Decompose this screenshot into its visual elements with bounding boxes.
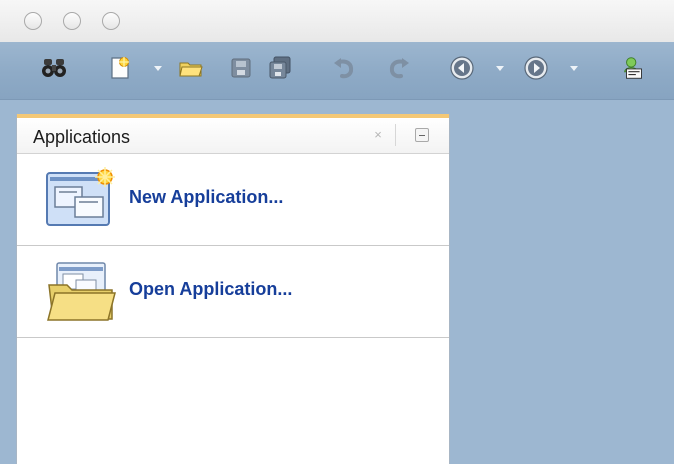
undo-icon[interactable] xyxy=(329,54,357,82)
main-toolbar xyxy=(0,42,674,100)
window-titlebar xyxy=(0,0,674,42)
forward-dropdown-icon[interactable] xyxy=(570,66,578,71)
panel-header: Applications × xyxy=(17,118,449,154)
zoom-window-button[interactable] xyxy=(102,12,120,30)
save-all-icon[interactable] xyxy=(266,54,294,82)
minimize-window-button[interactable] xyxy=(63,12,81,30)
save-icon[interactable] xyxy=(227,54,255,82)
sql-icon[interactable] xyxy=(620,54,648,82)
new-application-row[interactable]: New Application... xyxy=(17,154,449,246)
applications-panel: Applications × New Application... Open A… xyxy=(16,114,450,464)
new-application-label[interactable]: New Application... xyxy=(129,187,283,208)
panel-title: Applications xyxy=(33,127,131,147)
open-folder-icon[interactable] xyxy=(177,54,205,82)
redo-icon[interactable] xyxy=(386,54,414,82)
binoculars-icon[interactable] xyxy=(40,54,68,82)
close-window-button[interactable] xyxy=(24,12,42,30)
new-application-icon[interactable] xyxy=(45,167,117,233)
header-divider xyxy=(395,124,396,146)
minimize-icon[interactable] xyxy=(415,128,429,142)
close-icon[interactable]: × xyxy=(372,128,384,142)
back-dropdown-icon[interactable] xyxy=(496,66,504,71)
new-dropdown-icon[interactable] xyxy=(154,66,162,71)
forward-icon[interactable] xyxy=(522,54,550,82)
open-application-icon[interactable] xyxy=(45,259,117,325)
new-file-icon[interactable] xyxy=(106,54,134,82)
open-application-label[interactable]: Open Application... xyxy=(129,279,292,300)
open-application-row[interactable]: Open Application... xyxy=(17,246,449,338)
back-icon[interactable] xyxy=(448,54,476,82)
